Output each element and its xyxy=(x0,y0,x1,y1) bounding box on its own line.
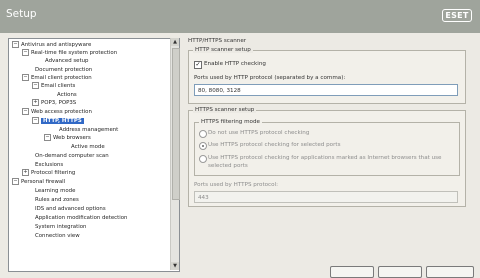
cancel-button[interactable] xyxy=(378,266,422,278)
tree-item-system-integration[interactable]: System integration xyxy=(35,223,86,231)
scroll-thumb[interactable] xyxy=(172,48,180,200)
http-ports-input[interactable]: 80, 8080, 3128 xyxy=(194,84,458,96)
tree-item-web-access[interactable]: − Web access protection xyxy=(22,108,92,116)
tree-item-connection-view[interactable]: Connection view xyxy=(35,232,80,240)
setup-tree[interactable]: − Antivirus and antispyware − Real-time fi… xyxy=(8,38,180,272)
tree-item-rules-zones[interactable]: Rules and zones xyxy=(35,196,79,204)
collapse-icon[interactable]: − xyxy=(12,178,19,185)
tree-item-pop3[interactable]: + POP3, POP3S xyxy=(32,99,76,107)
tree-item-protocol-filtering[interactable]: + Protocol filtering xyxy=(22,169,75,177)
collapse-icon[interactable]: − xyxy=(22,74,29,81)
enable-http-checkbox[interactable]: ✓ xyxy=(194,61,202,69)
radio-https-browsers[interactable] xyxy=(199,155,207,163)
radio-https-selected-ports-label: Use HTTPS protocol checking for selected… xyxy=(208,142,341,148)
http-ports-label: Ports used by HTTP protocol (separated b… xyxy=(194,75,346,81)
tree-item-http-https[interactable]: − HTTP, HTTPS xyxy=(32,117,84,125)
http-setup-legend: HTTP scanner setup xyxy=(193,47,253,53)
tree-item-actions[interactable]: Actions xyxy=(57,91,77,99)
tree-item-personal-firewall[interactable]: − Personal firewall xyxy=(12,178,65,186)
scroll-down-icon[interactable]: ▼ xyxy=(171,262,179,270)
ok-button[interactable] xyxy=(330,266,374,278)
tree-item-app-modification[interactable]: Application modification detection xyxy=(35,214,127,222)
tree-item-exclusions[interactable]: Exclusions xyxy=(35,161,63,169)
radio-https-selected-ports[interactable] xyxy=(199,142,207,150)
collapse-icon[interactable]: − xyxy=(22,108,29,115)
https-ports-input[interactable]: 443 xyxy=(194,191,458,203)
eset-logo: eset xyxy=(442,9,472,22)
collapse-icon[interactable]: − xyxy=(32,117,39,124)
collapse-icon[interactable]: − xyxy=(32,82,39,89)
tree-item-document-protection[interactable]: Document protection xyxy=(35,66,92,74)
https-mode-legend: HTTPS filtering mode xyxy=(199,119,262,125)
tree-item-email-client[interactable]: − Email client protection xyxy=(22,74,92,82)
tree-item-email-clients[interactable]: − Email clients xyxy=(32,82,75,90)
collapse-icon[interactable]: − xyxy=(12,41,19,48)
tree-item-address-management[interactable]: Address management xyxy=(59,126,118,134)
title-bar: Setup eset xyxy=(0,0,480,33)
scroll-up-icon[interactable]: ▲ xyxy=(171,38,179,46)
tree-item-realtime[interactable]: − Real-time file system protection xyxy=(22,49,117,57)
tree-item-advanced-setup[interactable]: Advanced setup xyxy=(45,57,88,65)
expand-icon[interactable]: + xyxy=(22,169,29,176)
mouse-cursor-icon xyxy=(117,140,122,148)
radio-no-https-label: Do not use HTTPS protocol checking xyxy=(208,130,310,136)
panel-header: HTTP/HTTPS scanner xyxy=(188,38,247,44)
tree-item-learning-mode[interactable]: Learning mode xyxy=(35,187,75,195)
enable-http-label: Enable HTTP checking xyxy=(204,61,266,67)
tree-item-active-mode[interactable]: Active mode xyxy=(71,143,105,151)
tree-item-ids-options[interactable]: IDS and advanced options xyxy=(35,205,106,213)
window-title: Setup xyxy=(6,8,37,20)
radio-https-browsers-label: Use HTTPS protocol checking for applicat… xyxy=(208,155,442,161)
https-setup-legend: HTTPS scanner setup xyxy=(193,107,257,113)
tree-scrollbar[interactable]: ▲ ▼ xyxy=(170,38,180,270)
tree-item-antivirus[interactable]: − Antivirus and antispyware xyxy=(12,41,91,49)
collapse-icon[interactable]: − xyxy=(44,134,51,141)
https-ports-label: Ports used by HTTPS protocol: xyxy=(194,182,278,188)
radio-https-browsers-label-line2: selected ports xyxy=(208,163,248,169)
default-button[interactable] xyxy=(426,266,474,278)
expand-icon[interactable]: + xyxy=(32,99,39,106)
radio-no-https[interactable] xyxy=(199,130,207,138)
collapse-icon[interactable]: − xyxy=(22,49,29,56)
tree-item-on-demand-scan[interactable]: On-demand computer scan xyxy=(35,152,109,160)
tree-item-web-browsers[interactable]: − Web browsers xyxy=(44,134,91,142)
